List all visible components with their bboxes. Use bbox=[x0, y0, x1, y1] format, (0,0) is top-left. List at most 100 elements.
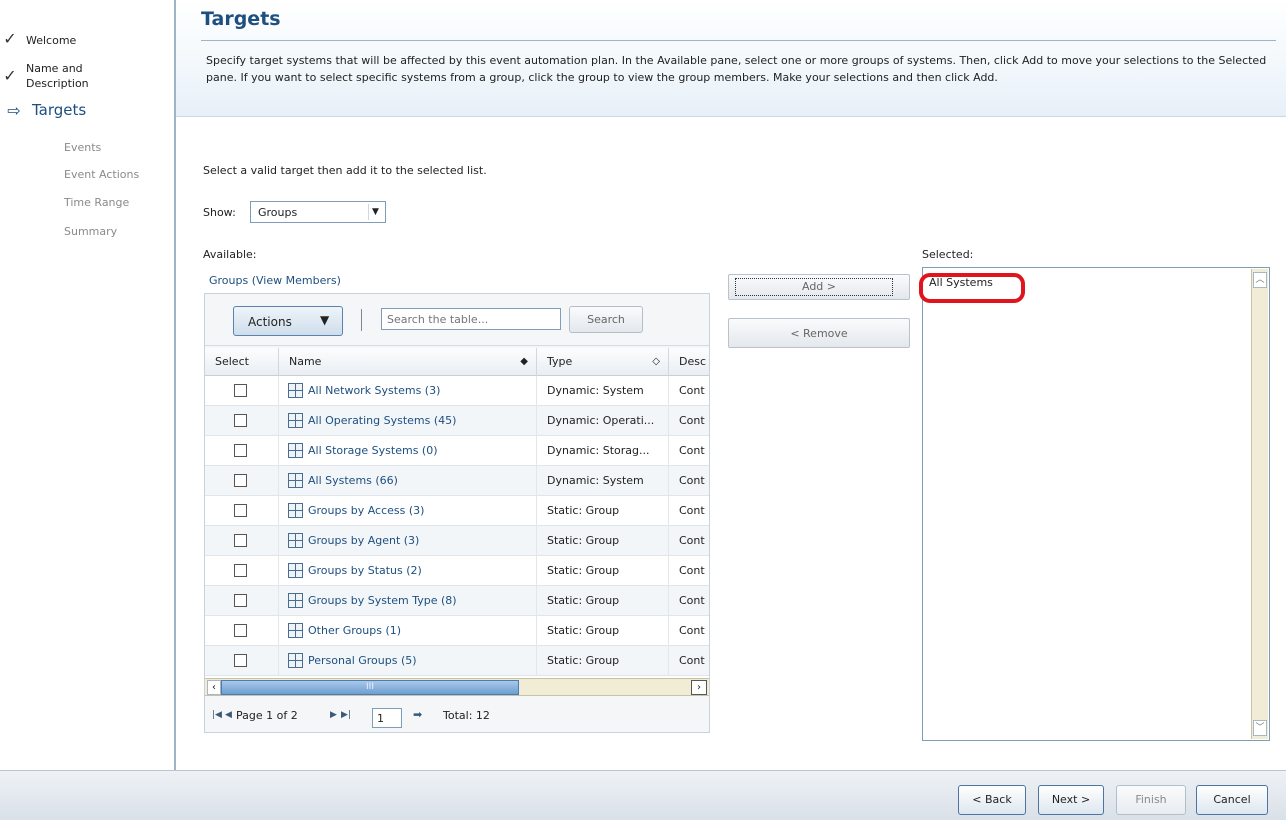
table-row: All Network Systems (3) Dynamic: System … bbox=[205, 376, 709, 406]
column-header-name[interactable]: Name ◆ bbox=[279, 348, 537, 376]
sort-icon: ◆ bbox=[520, 356, 528, 367]
nav-item-label: Targets bbox=[32, 101, 87, 119]
actions-button[interactable]: Actions ▼ bbox=[233, 306, 343, 336]
back-button[interactable]: < Back bbox=[958, 785, 1026, 815]
vertical-scrollbar[interactable]: ︿ ﹀ bbox=[1251, 269, 1268, 739]
show-select[interactable]: Groups ▼ bbox=[250, 201, 386, 223]
group-type: Static: Group bbox=[537, 616, 669, 646]
group-icon bbox=[288, 443, 303, 458]
nav-item-welcome[interactable]: ✓ Welcome bbox=[3, 31, 77, 48]
remove-button[interactable]: < Remove bbox=[728, 318, 910, 348]
nav-item-name-and-description[interactable]: ✓ Name and Description bbox=[3, 61, 88, 91]
group-type: Static: Group bbox=[537, 496, 669, 526]
page-title: Targets bbox=[201, 8, 281, 30]
group-description: Cont bbox=[669, 406, 709, 436]
group-name-link[interactable]: All Systems (66) bbox=[308, 466, 398, 496]
column-header-description[interactable]: Desc bbox=[669, 348, 709, 376]
wizard-footer: < Back Next > Finish Cancel bbox=[0, 770, 1286, 820]
nav-item-label: Event Actions bbox=[64, 168, 140, 181]
page-indicator: Page 1 of 2 bbox=[236, 709, 298, 722]
focus-outline bbox=[735, 278, 893, 296]
chevron-down-icon: ▼ bbox=[368, 204, 382, 220]
scroll-right-icon[interactable]: › bbox=[691, 680, 707, 695]
group-icon bbox=[288, 623, 303, 638]
go-page-icon[interactable]: ➡ bbox=[413, 708, 422, 721]
table-header: Select Name ◆ Type ◇ Desc bbox=[205, 348, 709, 376]
group-type: Static: Group bbox=[537, 526, 669, 556]
triangle-down-icon: ▼ bbox=[320, 313, 330, 327]
group-name-link[interactable]: Other Groups (1) bbox=[308, 616, 401, 646]
toolbar-separator bbox=[361, 309, 362, 331]
table-row: Groups by System Type (8) Static: Group … bbox=[205, 586, 709, 616]
page-number-input[interactable]: 1 bbox=[372, 708, 402, 728]
group-name-link[interactable]: Groups by Agent (3) bbox=[308, 526, 419, 556]
sort-icon: ◇ bbox=[652, 356, 660, 367]
page-header: Targets Specify target systems that will… bbox=[176, 0, 1286, 117]
scroll-down-icon[interactable]: ﹀ bbox=[1253, 720, 1267, 736]
selected-item[interactable]: All Systems bbox=[919, 273, 1025, 303]
row-checkbox[interactable] bbox=[234, 414, 247, 427]
highlight-annotation bbox=[919, 273, 1025, 303]
table-row: Personal Groups (5) Static: Group Cont bbox=[205, 646, 709, 676]
next-page-icon[interactable]: ▶ bbox=[330, 710, 337, 720]
cancel-button[interactable]: Cancel bbox=[1196, 785, 1268, 815]
column-header-select[interactable]: Select bbox=[205, 348, 279, 376]
nav-item-label: Events bbox=[64, 141, 102, 154]
group-name-link[interactable]: Groups by System Type (8) bbox=[308, 586, 457, 616]
group-description: Cont bbox=[669, 526, 709, 556]
group-name-link[interactable]: All Network Systems (3) bbox=[308, 376, 440, 406]
table-row: Groups by Status (2) Static: Group Cont bbox=[205, 556, 709, 586]
group-type: Static: Group bbox=[537, 646, 669, 676]
pagination-bar: |◀ ◀ Page 1 of 2 ▶ ▶| 1 ➡ Total: 12 bbox=[205, 698, 709, 732]
row-checkbox[interactable] bbox=[234, 624, 247, 637]
table-row: Other Groups (1) Static: Group Cont bbox=[205, 616, 709, 646]
table-row: All Operating Systems (45) Dynamic: Oper… bbox=[205, 406, 709, 436]
scrollbar-grip: III bbox=[366, 682, 374, 692]
row-checkbox[interactable] bbox=[234, 534, 247, 547]
nav-item-label: Time Range bbox=[64, 196, 130, 209]
nav-item-label: Welcome bbox=[26, 34, 77, 47]
scroll-left-icon[interactable]: ‹ bbox=[207, 680, 221, 695]
table-toolbar: Actions ▼ Search bbox=[205, 294, 709, 346]
group-name-link[interactable]: Groups by Status (2) bbox=[308, 556, 422, 586]
available-table-panel: Actions ▼ Search Select Name ◆ Type ◇ De… bbox=[204, 293, 710, 733]
row-checkbox[interactable] bbox=[234, 564, 247, 577]
available-label: Available: bbox=[203, 248, 257, 261]
group-icon bbox=[288, 563, 303, 578]
last-page-icon[interactable]: ▶| bbox=[341, 710, 351, 720]
nav-item-time-range: Time Range bbox=[64, 195, 129, 210]
search-input[interactable] bbox=[381, 308, 561, 330]
group-icon bbox=[288, 593, 303, 608]
row-checkbox[interactable] bbox=[234, 594, 247, 607]
wizard-nav: ✓ Welcome ✓ Name and Description ⇨ Targe… bbox=[0, 0, 175, 770]
row-checkbox[interactable] bbox=[234, 384, 247, 397]
total-count: Total: 12 bbox=[443, 709, 490, 722]
next-button[interactable]: Next > bbox=[1038, 785, 1104, 815]
groups-view-members-link[interactable]: Groups (View Members) bbox=[209, 274, 341, 287]
add-button[interactable]: Add > bbox=[728, 274, 910, 300]
row-checkbox[interactable] bbox=[234, 474, 247, 487]
column-header-type[interactable]: Type ◇ bbox=[537, 348, 669, 376]
first-page-icon[interactable]: |◀ bbox=[212, 710, 222, 720]
group-name-link[interactable]: Personal Groups (5) bbox=[308, 646, 417, 676]
horizontal-scrollbar[interactable]: ‹ III › bbox=[205, 678, 709, 696]
group-name-link[interactable]: All Operating Systems (45) bbox=[308, 406, 456, 436]
table-row: Groups by Agent (3) Static: Group Cont bbox=[205, 526, 709, 556]
search-button[interactable]: Search bbox=[569, 306, 643, 333]
row-checkbox[interactable] bbox=[234, 654, 247, 667]
column-header-label: Name bbox=[289, 355, 322, 368]
scrollbar-thumb[interactable]: III bbox=[221, 680, 519, 695]
group-type: Dynamic: System bbox=[537, 376, 669, 406]
row-checkbox[interactable] bbox=[234, 504, 247, 517]
group-type: Static: Group bbox=[537, 586, 669, 616]
nav-item-targets[interactable]: ⇨ Targets bbox=[7, 101, 87, 119]
selected-list[interactable]: All Systems ︿ ﹀ bbox=[919, 267, 1270, 741]
group-name-link[interactable]: All Storage Systems (0) bbox=[308, 436, 438, 466]
finish-button: Finish bbox=[1116, 785, 1186, 815]
scroll-up-icon[interactable]: ︿ bbox=[1253, 272, 1267, 288]
group-description: Cont bbox=[669, 376, 709, 406]
previous-page-icon[interactable]: ◀ bbox=[225, 710, 232, 720]
group-type: Dynamic: Operati... bbox=[537, 406, 669, 436]
group-name-link[interactable]: Groups by Access (3) bbox=[308, 496, 424, 526]
row-checkbox[interactable] bbox=[234, 444, 247, 457]
